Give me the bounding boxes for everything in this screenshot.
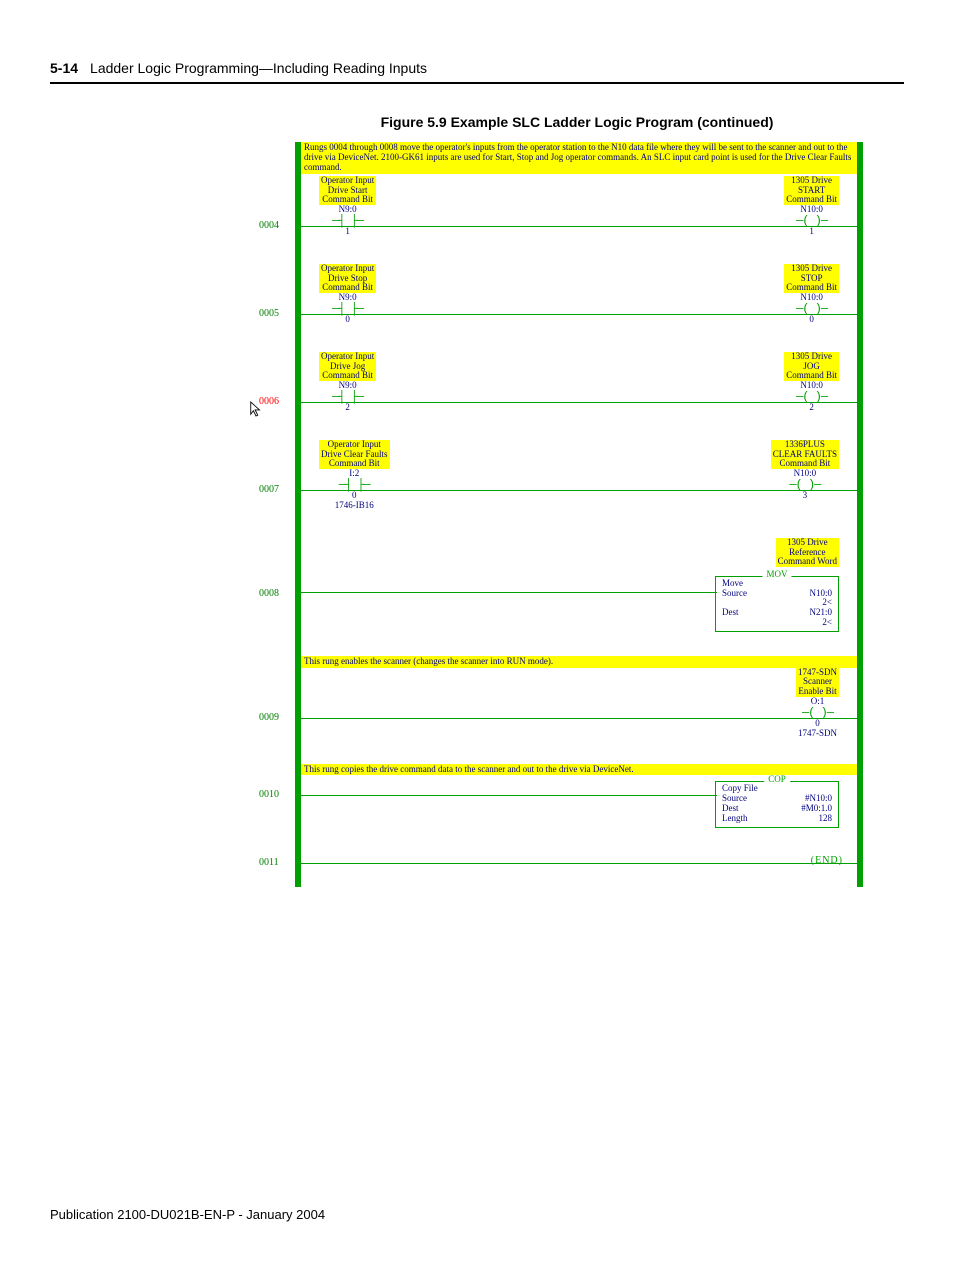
- output-desc: 1305 Drive Reference Command Word: [776, 538, 839, 568]
- end-symbol: (END): [811, 855, 843, 866]
- cursor-icon: [249, 400, 263, 418]
- rung-number: 0005: [259, 308, 279, 319]
- output-desc: 1747-SDN Scanner Enable Bit: [796, 668, 839, 698]
- input-desc: Operator Input Drive Stop Command Bit: [319, 264, 376, 294]
- input-desc: Operator Input Drive Start Command Bit: [319, 176, 376, 206]
- mov-instruction-box: MOV Move SourceN10:0 2< DestN21:0 2<: [715, 576, 839, 632]
- output-desc: 1305 Drive START Command Bit: [784, 176, 839, 206]
- rung-0011-end: (END) 0011: [301, 851, 857, 887]
- output-terminal: 1: [784, 227, 839, 237]
- rung-0004: Operator Input Drive Start Command Bit N…: [301, 176, 857, 264]
- input-desc: Operator Input Drive Jog Command Bit: [319, 352, 376, 382]
- rung-comment-top: Rungs 0004 through 0008 move the operato…: [301, 142, 857, 174]
- page-header: 5-14 Ladder Logic Programming—Including …: [50, 60, 904, 84]
- input-terminal: 0: [319, 315, 376, 325]
- input-module: 1746-IB16: [319, 501, 390, 511]
- figure-caption: Figure 5.9 Example SLC Ladder Logic Prog…: [250, 114, 904, 130]
- input-terminal: 1: [319, 227, 376, 237]
- rung-number: 0007: [259, 484, 279, 495]
- output-terminal: 3: [771, 491, 839, 501]
- output-module: 1747-SDN: [796, 729, 839, 739]
- output-desc: 1336PLUS CLEAR FAULTS Command Bit: [771, 440, 839, 470]
- length-label: Length: [722, 814, 748, 824]
- rung-number: 0011: [259, 857, 279, 868]
- rung-0006: Operator Input Drive Jog Command Bit N9:…: [301, 352, 857, 440]
- publication-footer: Publication 2100-DU021B-EN-P - January 2…: [50, 1207, 904, 1222]
- dest-sub: 2<: [822, 618, 832, 628]
- rung-number: 0010: [259, 789, 279, 800]
- output-desc: 1305 Drive JOG Command Bit: [784, 352, 839, 382]
- input-desc: Operator Input Drive Clear Faults Comman…: [319, 440, 390, 470]
- rung-0010: COP Copy File Source#N10:0 Dest#M0:1.0 L…: [301, 775, 857, 851]
- rung-0009: 1747-SDN Scanner Enable Bit O:1 ─( )─ 0 …: [301, 668, 857, 764]
- rung-comment: This rung enables the scanner (changes t…: [301, 656, 857, 668]
- rung-0005: Operator Input Drive Stop Command Bit N9…: [301, 264, 857, 352]
- box-mnemonic: COP: [764, 775, 790, 785]
- rung-number: 0009: [259, 712, 279, 723]
- output-terminal: 0: [784, 315, 839, 325]
- rung-number: 0008: [259, 588, 279, 599]
- cop-instruction-box: COP Copy File Source#N10:0 Dest#M0:1.0 L…: [715, 781, 839, 828]
- page-number: 5-14: [50, 60, 78, 76]
- output-desc: 1305 Drive STOP Command Bit: [784, 264, 839, 294]
- chapter-title: Ladder Logic Programming—Including Readi…: [90, 60, 427, 76]
- rung-number: 0004: [259, 220, 279, 231]
- ladder-diagram: Rungs 0004 through 0008 move the operato…: [295, 142, 863, 887]
- dest-label: Dest: [722, 608, 739, 618]
- length-value: 128: [819, 814, 833, 824]
- rung-0008: 1305 Drive Reference Command Word MOV Mo…: [301, 538, 857, 656]
- input-terminal: 2: [319, 403, 376, 413]
- source-label: Source: [722, 589, 747, 599]
- box-mnemonic: MOV: [762, 570, 791, 580]
- rung-0007: Operator Input Drive Clear Faults Comman…: [301, 440, 857, 538]
- output-terminal: 2: [784, 403, 839, 413]
